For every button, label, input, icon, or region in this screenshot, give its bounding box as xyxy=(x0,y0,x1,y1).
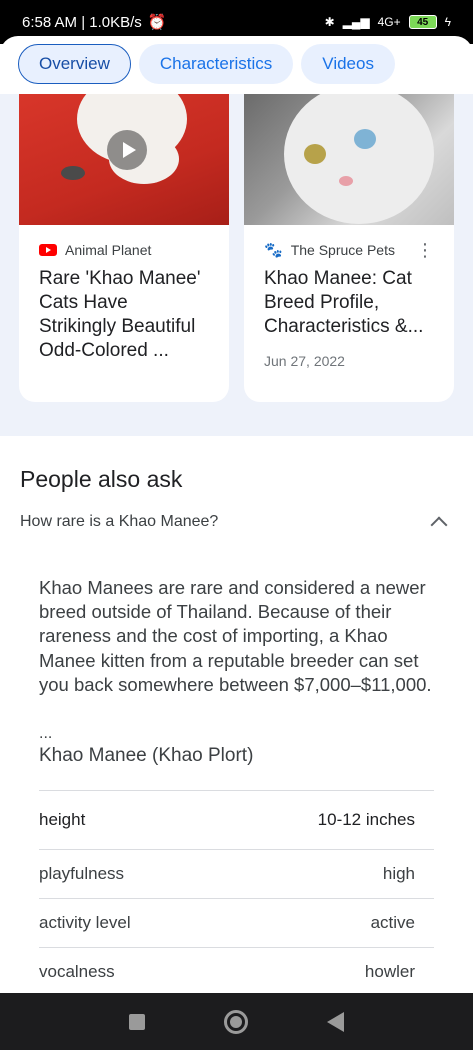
back-icon[interactable] xyxy=(326,1011,344,1032)
network-type: 4G+ xyxy=(377,15,401,29)
paw-icon: 🐾 xyxy=(264,242,283,259)
youtube-icon xyxy=(39,244,57,256)
system-nav-bar xyxy=(0,993,473,1050)
fact-row: playfulness high xyxy=(39,849,434,898)
recents-icon[interactable] xyxy=(129,1013,146,1030)
question-text: How rare is a Khao Manee? xyxy=(20,513,219,530)
fact-value: 10-12 inches xyxy=(317,810,415,829)
charging-icon: ϟ xyxy=(444,15,451,29)
facts-table: height 10-12 inches playfulness high act… xyxy=(39,790,434,996)
video-thumbnail[interactable] xyxy=(19,94,229,225)
alarm-icon: ⏰ xyxy=(147,14,167,31)
card-source: Animal Planet xyxy=(65,242,152,258)
fact-row: activity level active xyxy=(39,898,434,947)
fact-key: playfulness xyxy=(39,864,125,883)
tab-overview[interactable]: Overview xyxy=(18,44,131,84)
fact-key: activity level xyxy=(39,913,131,932)
question-row[interactable]: How rare is a Khao Manee? xyxy=(20,513,453,534)
fact-value: active xyxy=(370,913,415,932)
answer-ellipsis: ... xyxy=(39,725,53,742)
fact-key: height xyxy=(39,810,86,829)
tab-label: Characteristics xyxy=(159,54,273,73)
chevron-up-icon[interactable] xyxy=(430,516,448,534)
bluetooth-icon: ✱ xyxy=(324,15,335,29)
card-title[interactable]: Khao Manee: Cat Breed Profile, Character… xyxy=(244,259,454,339)
more-options-icon[interactable]: ⋮ xyxy=(416,240,434,261)
status-time: 6:58 AM | 1.0KB/s xyxy=(22,13,142,31)
tab-label: Overview xyxy=(39,54,110,73)
tab-characteristics[interactable]: Characteristics xyxy=(138,44,294,84)
news-card[interactable]: 🐾 The Spruce Pets ⋮ Khao Manee: Cat Bree… xyxy=(244,94,454,402)
battery-icon: 45 xyxy=(408,15,437,29)
fact-row: height 10-12 inches xyxy=(39,790,434,849)
card-source: The Spruce Pets xyxy=(290,242,395,258)
answer-text: Khao Manees are rare and considered a ne… xyxy=(39,577,432,695)
fact-value: howler xyxy=(364,962,415,981)
card-date: Jun 27, 2022 xyxy=(264,353,345,369)
play-icon[interactable] xyxy=(107,130,147,170)
signal-icon: ▂▄▆ xyxy=(342,15,370,29)
card-title[interactable]: Rare 'Khao Manee' Cats Have Strikingly B… xyxy=(19,259,229,363)
tab-label: Videos xyxy=(322,54,374,73)
home-icon[interactable] xyxy=(223,1009,248,1034)
fact-row: vocalness howler xyxy=(39,947,434,996)
tab-bar: Overview Characteristics Videos xyxy=(18,44,395,84)
fact-key: vocalness xyxy=(39,962,115,981)
section-heading: People also ask xyxy=(20,466,183,492)
card-image xyxy=(244,94,454,225)
news-card[interactable]: Animal Planet Rare 'Khao Manee' Cats Hav… xyxy=(19,94,229,402)
fact-value: high xyxy=(382,864,415,883)
tab-videos[interactable]: Videos xyxy=(301,44,395,84)
answer-source: Khao Manee (Khao Plort) xyxy=(39,745,254,766)
